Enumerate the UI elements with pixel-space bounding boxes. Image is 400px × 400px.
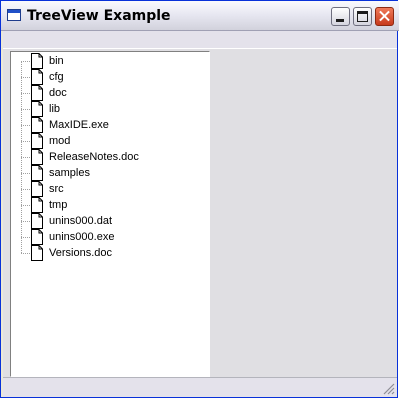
tree-branch-line — [21, 93, 30, 94]
app-window: TreeView Example bin cfg doc lib MaxIDE.… — [0, 0, 399, 398]
tree-branch-line — [21, 189, 30, 190]
document-icon — [31, 85, 43, 101]
tree-branch-line — [21, 237, 30, 238]
tree-branch-line — [21, 221, 30, 222]
tree-item-unins000-exe[interactable]: unins000.exe — [11, 229, 201, 245]
document-icon — [31, 69, 43, 85]
tree-item-label: mod — [49, 135, 71, 147]
tree-item-label: tmp — [49, 199, 68, 211]
document-icon — [31, 53, 43, 69]
document-icon — [31, 213, 43, 229]
tree-item-label: lib — [49, 103, 61, 115]
minimize-icon — [336, 19, 344, 22]
tree-item-label: ReleaseNotes.doc — [49, 151, 139, 163]
tree-item-mod[interactable]: mod — [11, 133, 201, 149]
tree-branch-line — [21, 253, 30, 254]
title-bar[interactable]: TreeView Example — [1, 1, 399, 31]
tree-item-src[interactable]: src — [11, 181, 201, 197]
toolbar-strip — [3, 31, 397, 49]
tree-branch-line — [21, 125, 30, 126]
minimize-button[interactable] — [331, 7, 350, 26]
document-icon — [31, 165, 43, 181]
document-icon — [31, 117, 43, 133]
resize-grip-icon[interactable] — [383, 383, 395, 395]
tree-item-versions-doc[interactable]: Versions.doc — [11, 245, 201, 261]
tree-item-label: unins000.dat — [49, 215, 112, 227]
tree-branch-line — [21, 61, 30, 62]
document-icon — [31, 245, 43, 261]
document-icon — [31, 197, 43, 213]
tree-item-maxide-exe[interactable]: MaxIDE.exe — [11, 117, 201, 133]
tree-branch-line — [21, 173, 30, 174]
tree-item-label: Versions.doc — [49, 247, 112, 259]
document-icon — [31, 133, 43, 149]
tree-item-samples[interactable]: samples — [11, 165, 201, 181]
tree-item-label: MaxIDE.exe — [49, 119, 109, 131]
maximize-icon — [357, 11, 368, 22]
tree-item-label: cfg — [49, 71, 64, 83]
document-icon — [31, 149, 43, 165]
tree-item-doc[interactable]: doc — [11, 85, 201, 101]
tree-branch-line — [21, 157, 30, 158]
document-icon — [31, 229, 43, 245]
tree-item-label: doc — [49, 87, 67, 99]
tree-item-bin[interactable]: bin — [11, 53, 201, 69]
tree-branch-line — [21, 141, 30, 142]
close-button[interactable] — [375, 7, 394, 26]
tree-item-label: bin — [49, 55, 64, 67]
tree-item-releasenotes-doc[interactable]: ReleaseNotes.doc — [11, 149, 201, 165]
close-icon — [376, 8, 393, 25]
document-icon — [31, 181, 43, 197]
tree-branch-line — [21, 205, 30, 206]
tree-branch-line — [21, 109, 30, 110]
window-title: TreeView Example — [27, 8, 171, 24]
tree-item-label: src — [49, 183, 64, 195]
tree-item-lib[interactable]: lib — [11, 101, 201, 117]
tree-item-unins000-dat[interactable]: unins000.dat — [11, 213, 201, 229]
client-area: bin cfg doc lib MaxIDE.exe mod ReleaseNo… — [3, 49, 397, 377]
tree-branch-line — [21, 77, 30, 78]
document-icon — [31, 101, 43, 117]
window-app-icon[interactable] — [7, 9, 21, 21]
tree-item-label: unins000.exe — [49, 231, 115, 243]
tree-item-tmp[interactable]: tmp — [11, 197, 201, 213]
tree-item-cfg[interactable]: cfg — [11, 69, 201, 85]
status-bar — [3, 377, 397, 397]
tree-view[interactable]: bin cfg doc lib MaxIDE.exe mod ReleaseNo… — [10, 51, 210, 377]
maximize-button[interactable] — [353, 7, 372, 26]
tree-item-label: samples — [49, 167, 90, 179]
